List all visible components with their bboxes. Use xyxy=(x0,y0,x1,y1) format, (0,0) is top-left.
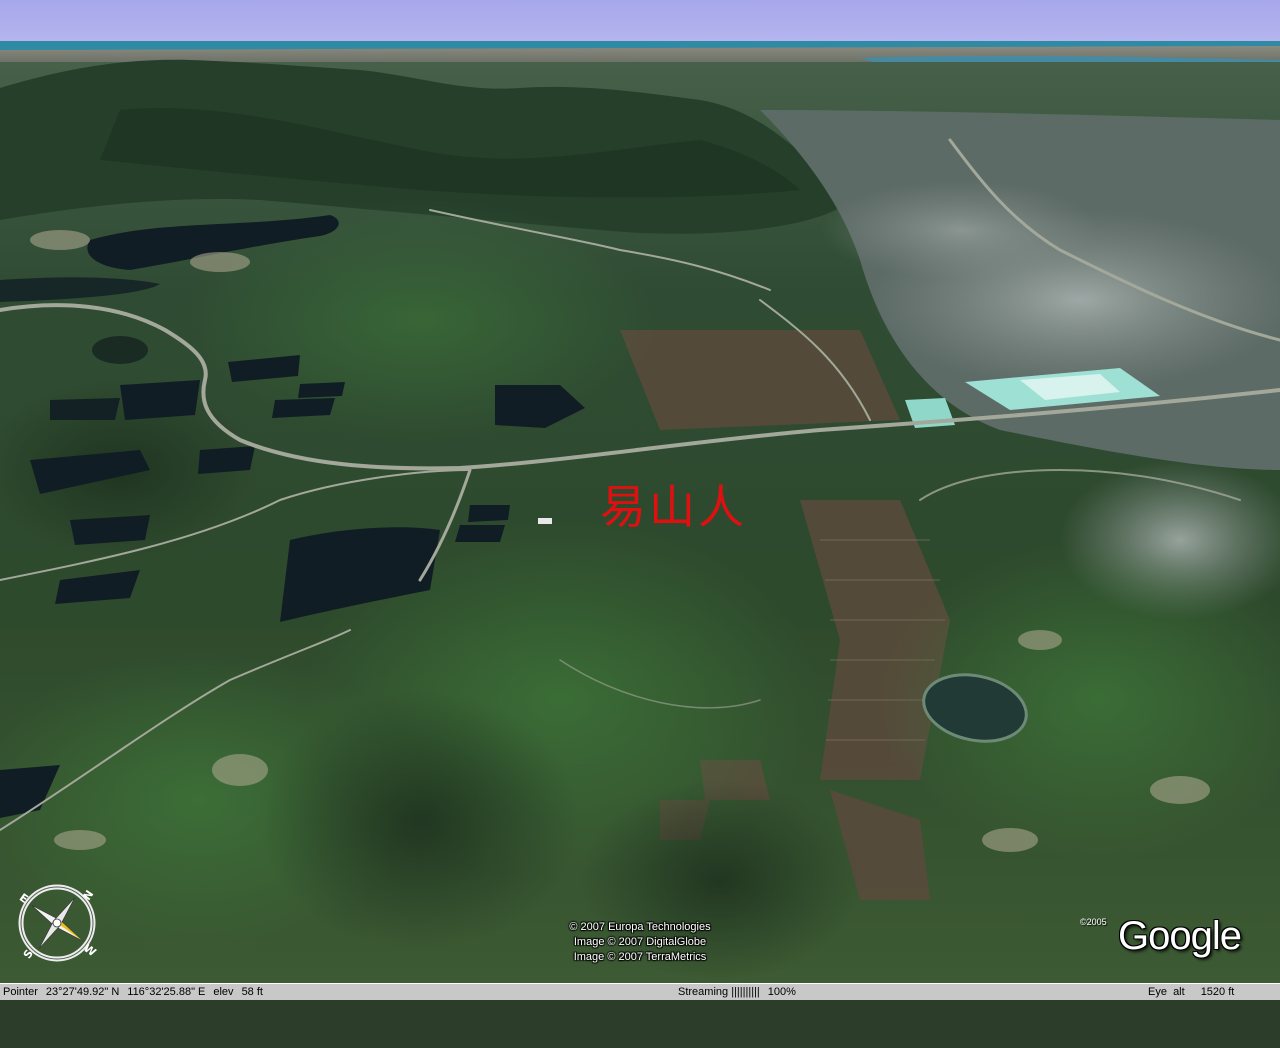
pointer-readout: Pointer 23°27'49.92" N 116°32'25.88" E elev… xyxy=(3,984,263,1000)
logo-wordmark: Google xyxy=(1118,914,1242,958)
pointer-latitude: 23°27'49.92" N xyxy=(45,986,120,998)
place-label: 易山人 xyxy=(600,480,747,534)
eye-alt-value: 1520 ft xyxy=(1200,986,1235,998)
compass-rose-icon[interactable]: N S E W xyxy=(16,882,98,964)
streaming-percent: 100% xyxy=(767,986,796,998)
pointer-label: Pointer xyxy=(3,986,38,998)
streaming-readout: Streaming |||||||||| 100% xyxy=(678,984,796,1000)
eye-altitude-readout: Eye alt 1520 ft xyxy=(1148,984,1234,1000)
eye-alt-label: Eye alt xyxy=(1148,986,1185,998)
map-viewport[interactable]: 易山人 © 2007 Europa Technologies Image © 2… xyxy=(0,0,1280,983)
status-bar: Pointer 23°27'49.92" N 116°32'25.88" E elev… xyxy=(0,983,1280,1000)
streaming-label: Streaming xyxy=(678,986,729,998)
logo-copyright: ©2005 xyxy=(1080,917,1107,927)
elevation-value: 58 ft xyxy=(241,986,263,998)
streaming-bars: |||||||||| xyxy=(731,986,760,998)
elevation-label: elev xyxy=(213,986,234,998)
google-logo: ©2005 Google xyxy=(1080,914,1260,966)
pointer-longitude: 116°32'25.88" E xyxy=(127,986,206,998)
sky xyxy=(0,0,1280,46)
